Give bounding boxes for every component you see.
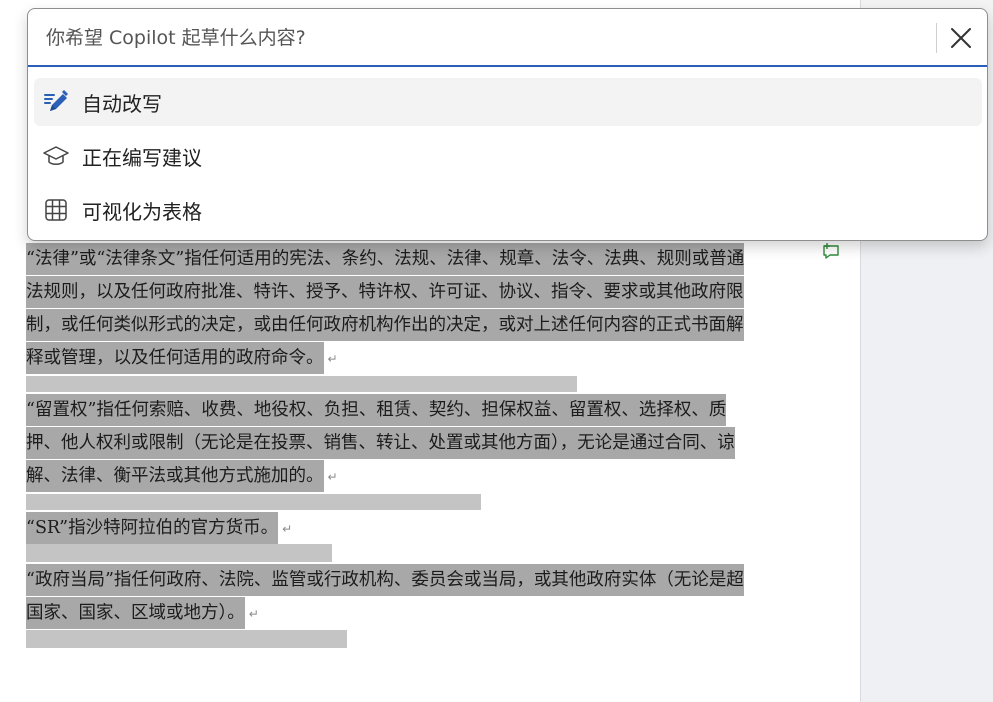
menu-item-label: 正在编写建议 [82, 145, 202, 170]
add-comment-icon[interactable] [822, 242, 840, 260]
paragraph-mark-icon: ↵ [248, 607, 259, 621]
paragraph-lien[interactable]: “留置权”指任何索赔、收费、地役权、负担、租赁、契约、担保权益、留置权、选择权、… [26, 394, 748, 494]
menu-item-label: 自动改写 [82, 91, 162, 116]
pen-sparkle-icon [43, 89, 69, 115]
copilot-draft-popup: 自动改写 正在编写建议 可视化为表格 [27, 8, 988, 241]
document-body[interactable]: “法律”或“法律条文”指任何适用的宪法、条约、法规、法律、规章、法令、法典、规则… [26, 243, 748, 649]
input-focus-underline [28, 65, 987, 67]
paragraph-law[interactable]: “法律”或“法律条文”指任何适用的宪法、条约、法规、法律、规章、法令、法典、规则… [26, 243, 748, 376]
paragraph-mark-icon: ↵ [327, 352, 338, 366]
copilot-prompt-input[interactable] [28, 9, 936, 66]
paragraph-mark-icon: ↵ [282, 522, 293, 536]
close-icon[interactable] [946, 23, 976, 53]
menu-item-writing-suggestions[interactable]: 正在编写建议 [34, 132, 982, 180]
paragraph-government-authority[interactable]: “政府当局”指任何政府、法院、监管或行政机构、委员会或当局，或其他政府实体（无论… [26, 564, 748, 631]
paragraph-sr[interactable]: “SR”指沙特阿拉伯的官方货币。 ↵ [26, 512, 748, 546]
paragraph-mark-icon: ↵ [327, 470, 338, 484]
menu-item-auto-rewrite[interactable]: 自动改写 [34, 78, 982, 126]
menu-item-visualize-table[interactable]: 可视化为表格 [34, 186, 982, 234]
menu-item-label: 可视化为表格 [82, 199, 202, 224]
close-divider [936, 23, 937, 53]
graduation-cap-icon [43, 143, 69, 169]
table-grid-icon [43, 197, 69, 223]
